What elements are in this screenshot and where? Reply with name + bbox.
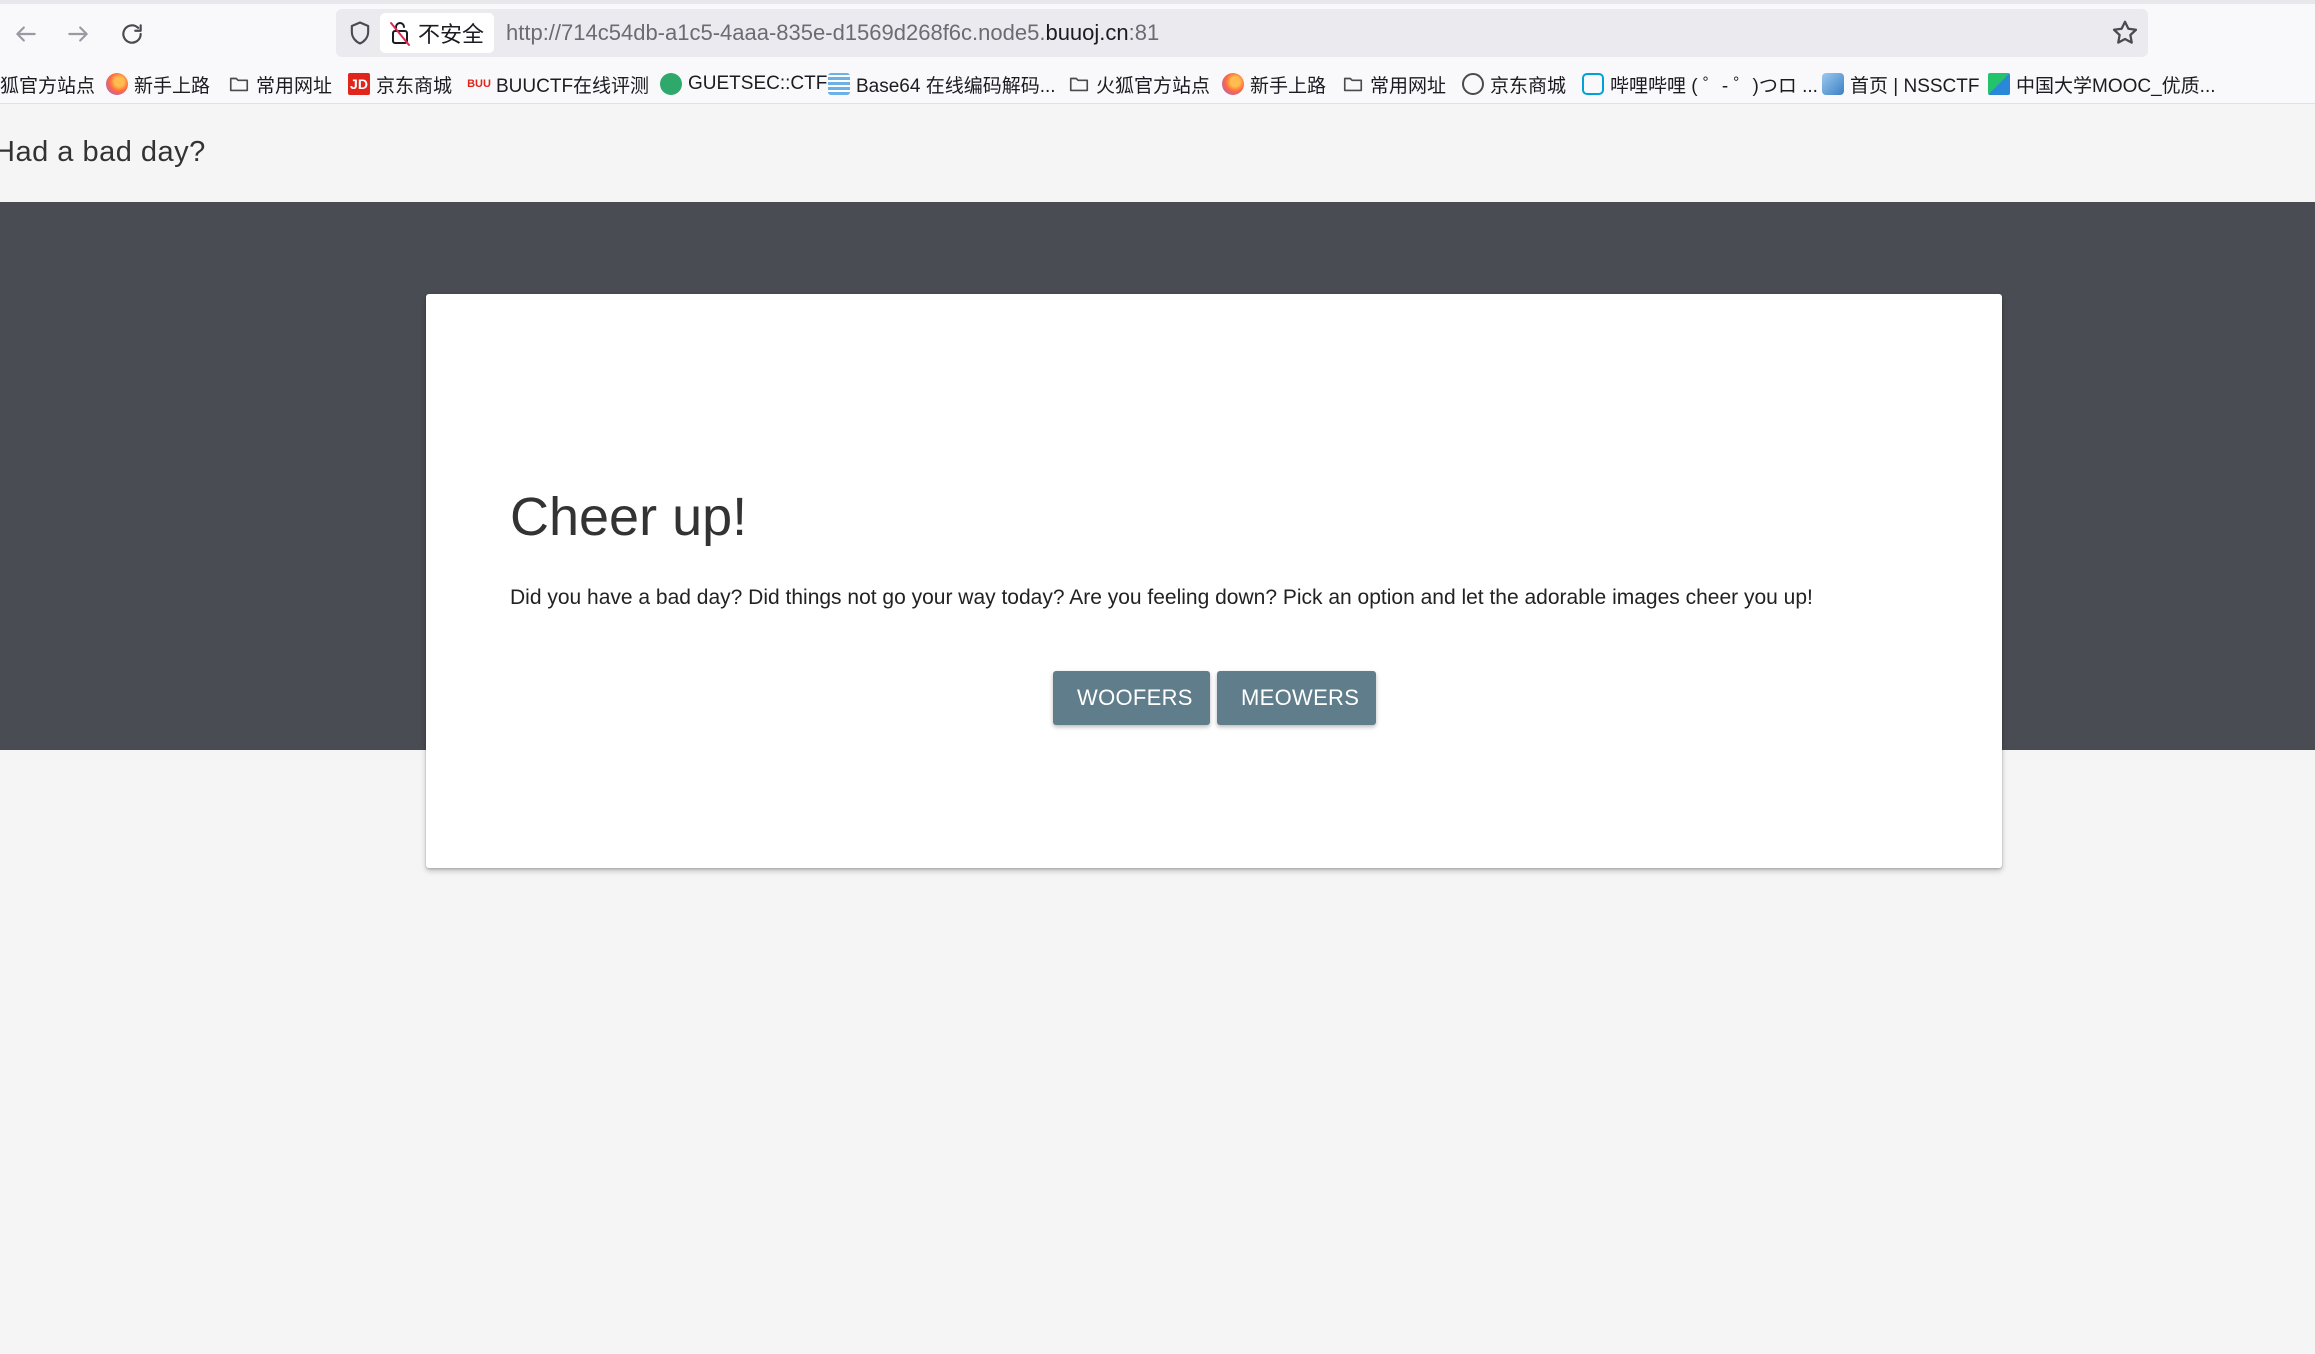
bookmark-item[interactable]: 中国大学MOOC_优质... (1988, 66, 2216, 102)
bookmark-label: 京东商城 (1490, 75, 1567, 97)
folder-icon (1069, 77, 1089, 92)
browser-chrome: 不安全 http://714c54db-a1c5-4aaa-835e-d1569… (0, 0, 2315, 104)
bookmark-item[interactable]: BUU BUUCTF在线评测 (467, 66, 650, 102)
page-content: Had a bad day? Cheer up! Did you have a … (0, 104, 2315, 1354)
buu-icon: BUU (467, 78, 491, 90)
site-title[interactable]: Had a bad day? (0, 136, 206, 169)
bookmark-item[interactable]: 新手上路 (106, 66, 210, 102)
url-text[interactable]: http://714c54db-a1c5-4aaa-835e-d1569d268… (506, 9, 1159, 57)
bookmark-label: 常用网址 (1370, 75, 1447, 97)
bookmark-label: 中国大学MOOC_优质... (2016, 75, 2216, 97)
bookmark-label: 新手上路 (1250, 75, 1327, 97)
arrow-left-icon (16, 26, 36, 42)
cheer-card: Cheer up! Did you have a bad day? Did th… (426, 294, 2002, 868)
bookmark-label: 首页 | NSSCTF (1850, 75, 1980, 97)
url-host: buuoj.cn (1045, 20, 1129, 45)
jd-icon: JD (348, 73, 370, 95)
mooc-icon (1988, 73, 2010, 95)
folder-icon (1343, 77, 1363, 92)
option-buttons: WOOFERS MEOWERS (1053, 671, 1376, 725)
back-button[interactable] (6, 14, 46, 54)
globe-icon (1462, 73, 1484, 95)
bookmark-label: 哔哩哔哩 ( ゜- ゜)つロ ... (1610, 75, 1818, 97)
firefox-icon (106, 73, 128, 95)
bookmark-folder[interactable]: 常用网址 (228, 66, 332, 102)
forward-button[interactable] (58, 14, 98, 54)
reload-button[interactable] (112, 14, 152, 54)
address-bar[interactable]: 不安全 http://714c54db-a1c5-4aaa-835e-d1569… (336, 9, 2148, 57)
bookmark-item[interactable]: 京东商城 (1462, 66, 1566, 102)
bookmark-label: 京东商城 (376, 75, 453, 97)
bookmark-label: 常用网址 (256, 75, 333, 97)
card-heading: Cheer up! (510, 487, 748, 547)
url-prefix: http://714c54db-a1c5-4aaa-835e-d1569d268… (506, 20, 1046, 45)
firefox-icon (1222, 73, 1244, 95)
insecure-lock-icon (390, 22, 410, 46)
reload-icon (122, 24, 142, 44)
url-suffix: :81 (1128, 20, 1160, 45)
bookmark-item[interactable]: 新手上路 (1222, 66, 1326, 102)
guet-icon (660, 73, 682, 95)
base64-icon (828, 73, 850, 95)
arrow-right-icon (68, 26, 88, 42)
bookmark-item[interactable]: Base64 在线编码解码... (828, 66, 1056, 102)
bookmark-label: Base64 在线编码解码... (856, 75, 1056, 97)
security-label: 不安全 (418, 22, 485, 47)
bookmark-item[interactable]: 首页 | NSSCTF (1822, 66, 1980, 102)
bookmark-item[interactable]: JD 京东商城 (348, 66, 452, 102)
bookmark-folder[interactable]: 火狐官方站点 (1068, 66, 1210, 102)
bookmark-label: BUUCTF在线评测 (496, 75, 650, 97)
security-indicator[interactable]: 不安全 (380, 13, 494, 53)
bookmarks-toolbar: 狐官方站点 新手上路 常用网址 JD 京东商城 BUU BUUCTF在线评测 G… (0, 66, 2315, 102)
woofers-button[interactable]: WOOFERS (1053, 671, 1210, 725)
bilibili-icon (1582, 73, 1604, 95)
folder-icon (229, 77, 249, 92)
bookmark-star-icon[interactable] (2110, 18, 2140, 48)
bookmark-item[interactable]: GUETSEC::CTF (660, 66, 827, 102)
meowers-button[interactable]: MEOWERS (1217, 671, 1376, 725)
shield-icon[interactable] (346, 19, 374, 47)
bookmark-label: 火狐官方站点 (1096, 75, 1211, 97)
card-description: Did you have a bad day? Did things not g… (510, 586, 1813, 609)
bookmark-item[interactable]: 哔哩哔哩 ( ゜- ゜)つロ ... (1582, 66, 1818, 102)
bookmark-label: 狐官方站点 (0, 75, 96, 97)
bookmark-label: 新手上路 (134, 75, 211, 97)
bookmark-item[interactable]: 狐官方站点 (0, 66, 95, 102)
chrome-top-line (0, 0, 2315, 4)
bookmark-label: GUETSEC::CTF (688, 73, 828, 94)
bookmark-folder[interactable]: 常用网址 (1342, 66, 1446, 102)
nssctf-icon (1822, 73, 1844, 95)
